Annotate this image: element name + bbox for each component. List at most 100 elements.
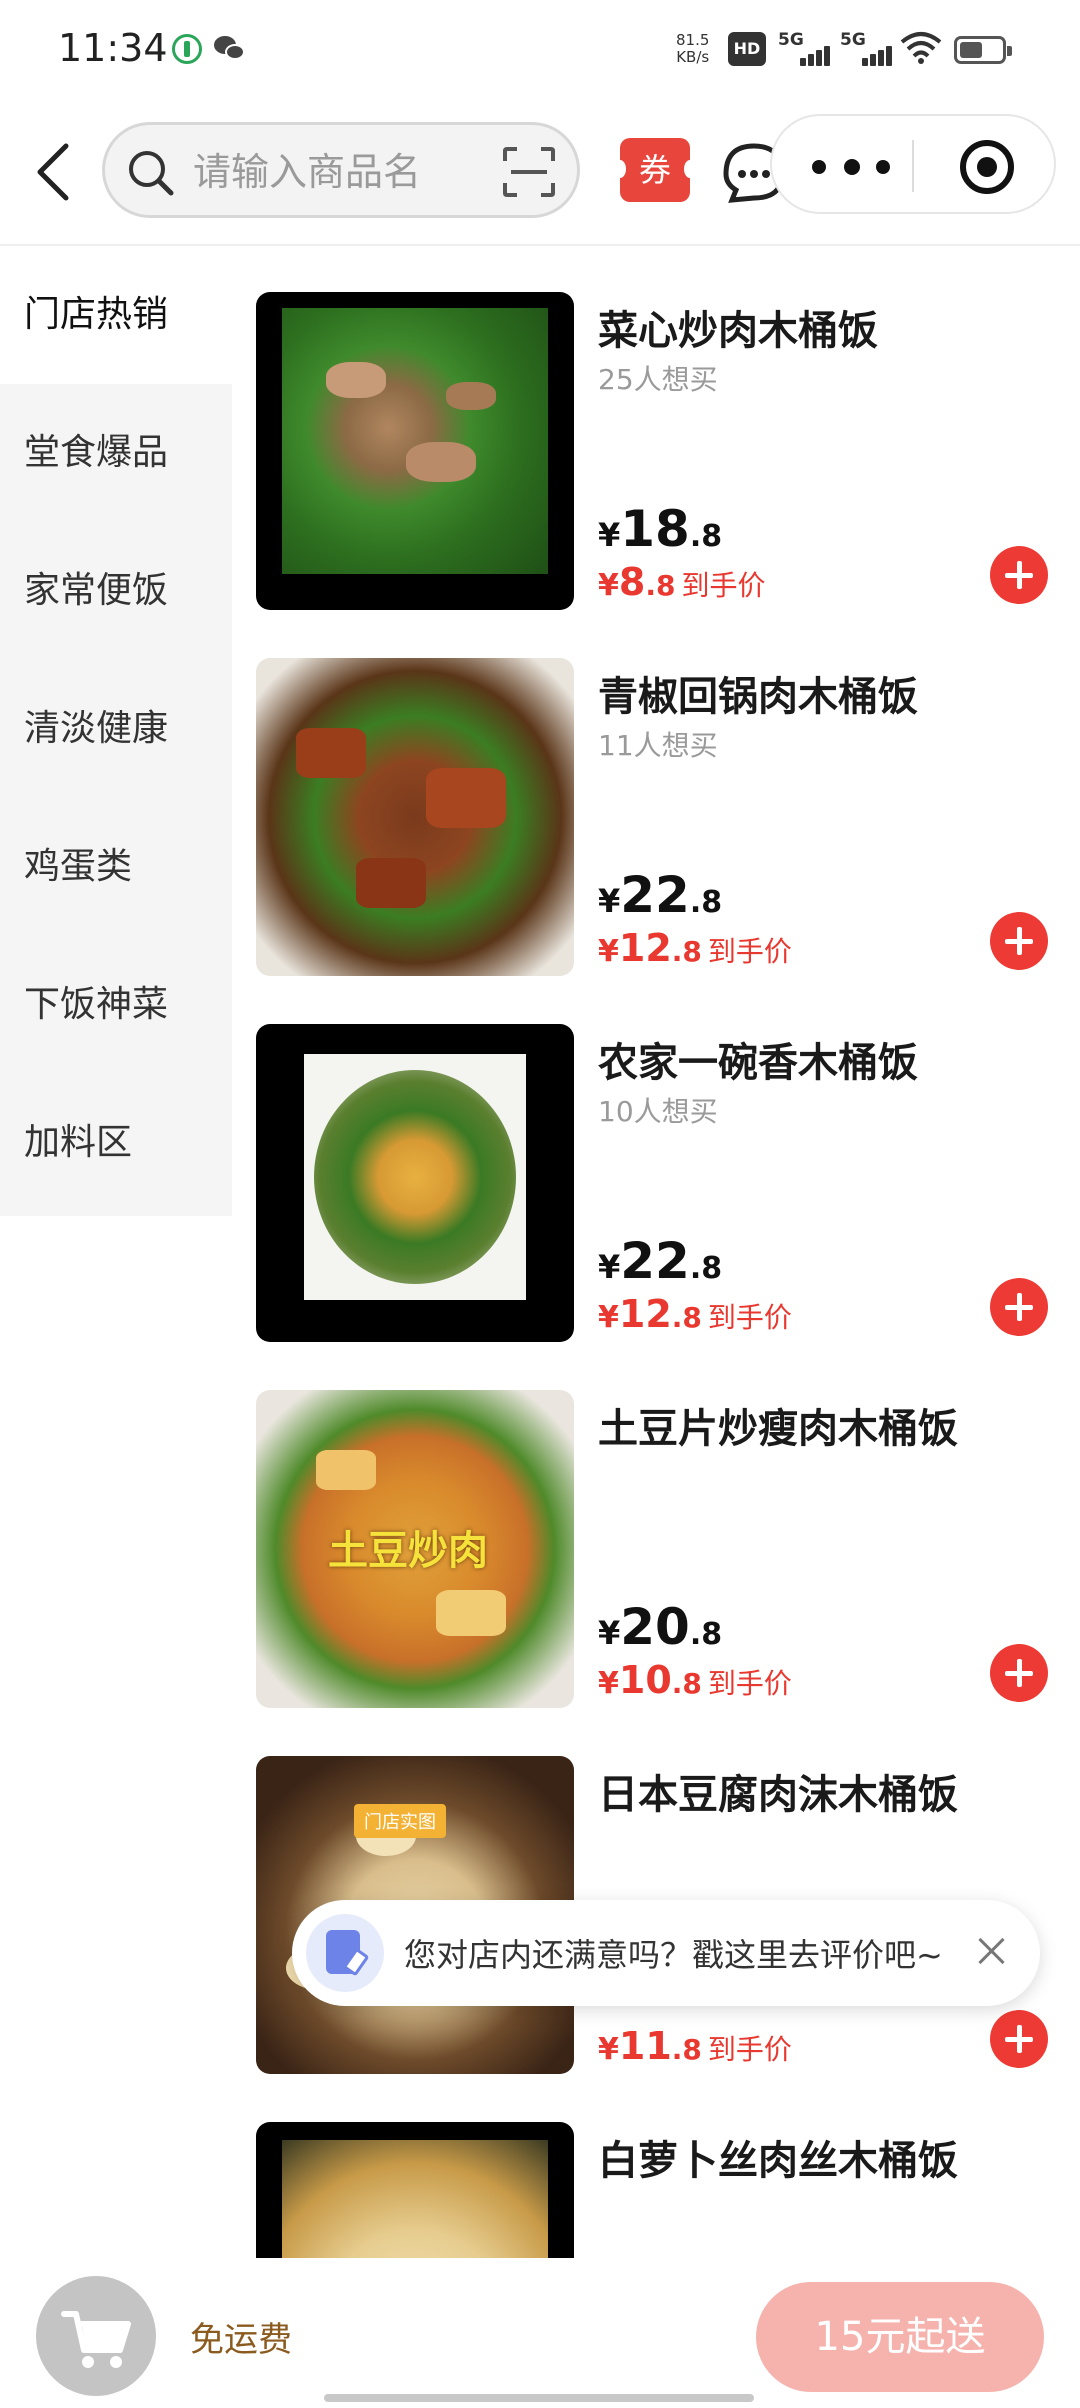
product-card[interactable]: 土豆炒肉 土豆片炒瘦肉木桶饭 ¥20.8 ¥10.8 到手价 xyxy=(256,1390,1056,1710)
notification-app-icon xyxy=(172,34,202,64)
price-decimal: .8 xyxy=(689,885,723,920)
final-price-label: 到手价 xyxy=(707,935,792,968)
close-miniprogram-icon[interactable] xyxy=(960,140,1014,194)
free-shipping-label: 免运费 xyxy=(190,2320,292,2360)
product-image[interactable] xyxy=(256,292,574,610)
product-price: ¥22.8 xyxy=(598,1232,722,1290)
product-image[interactable] xyxy=(256,658,574,976)
price-integer: 22 xyxy=(620,1232,690,1290)
sidebar-item-hot[interactable]: 门店热销 xyxy=(0,246,232,384)
final-price-label: 到手价 xyxy=(707,1301,792,1334)
product-price: ¥20.8 xyxy=(598,1598,722,1656)
final-currency: ¥ xyxy=(598,1666,619,1701)
home-indicator[interactable] xyxy=(324,2394,754,2402)
bottom-cart-bar: 免运费 15元起送 xyxy=(0,2258,1080,2408)
product-name: 日本豆腐肉沫木桶饭 xyxy=(598,1772,958,1818)
wifi-icon xyxy=(900,32,942,64)
category-sidebar: 门店热销 堂食爆品 家常便饭 清淡健康 鸡蛋类 下饭神菜 加料区 xyxy=(0,246,232,1216)
signal-1-label: 5G xyxy=(778,30,804,50)
price-decimal: .8 xyxy=(689,519,723,554)
final-integer: 11 xyxy=(618,2024,672,2068)
cart-button[interactable] xyxy=(36,2276,156,2396)
nav-bar: 券 xyxy=(0,100,1080,246)
add-to-cart-button[interactable] xyxy=(990,2010,1048,2068)
signal-2-label: 5G xyxy=(840,30,866,50)
review-prompt[interactable]: 您对店内还满意吗？戳这里去评价吧~ xyxy=(292,1900,1040,2006)
wechat-icon xyxy=(214,36,246,62)
final-decimal: .8 xyxy=(671,1667,702,1700)
mini-program-capsule xyxy=(770,114,1056,214)
product-price: ¥22.8 xyxy=(598,866,722,924)
final-integer: 10 xyxy=(618,1658,672,1702)
sidebar-item-light-healthy[interactable]: 清淡健康 xyxy=(0,660,232,798)
product-card[interactable]: 青椒回锅肉木桶饭 11人想买 ¥22.8 ¥12.8 到手价 xyxy=(256,658,1056,978)
back-arrow-icon[interactable] xyxy=(26,140,86,204)
product-final-price: ¥10.8 到手价 xyxy=(598,1658,792,1702)
product-want-count: 25人想买 xyxy=(598,363,718,396)
signal-1-icon: 5G xyxy=(778,30,834,66)
final-integer: 12 xyxy=(618,926,672,970)
product-final-price: ¥8.8 到手价 xyxy=(598,560,765,604)
scan-icon[interactable] xyxy=(501,145,557,199)
product-name: 白萝卜丝肉丝木桶饭 xyxy=(598,2138,958,2184)
final-currency: ¥ xyxy=(598,568,619,603)
product-want-count: 11人想买 xyxy=(598,729,718,762)
sidebar-item-home-meal[interactable]: 家常便饭 xyxy=(0,522,232,660)
sidebar-item-add-ons[interactable]: 加料区 xyxy=(0,1074,232,1212)
product-image[interactable] xyxy=(256,2122,574,2258)
sidebar-item-egg[interactable]: 鸡蛋类 xyxy=(0,798,232,936)
product-name: 土豆片炒瘦肉木桶饭 xyxy=(598,1406,958,1452)
status-time: 11:34 xyxy=(58,26,168,70)
final-decimal: .8 xyxy=(645,569,676,602)
product-name: 农家一碗香木桶饭 xyxy=(598,1040,918,1086)
product-name: 菜心炒肉木桶饭 xyxy=(598,308,878,354)
network-speed-unit: KB/s xyxy=(676,48,710,66)
add-to-cart-button[interactable] xyxy=(990,1644,1048,1702)
product-final-price: ¥11.8 到手价 xyxy=(598,2024,792,2068)
search-input[interactable] xyxy=(193,147,443,197)
final-currency: ¥ xyxy=(598,1300,619,1335)
add-to-cart-button[interactable] xyxy=(990,912,1048,970)
product-card[interactable]: 农家一碗香木桶饭 10人想买 ¥22.8 ¥12.8 到手价 xyxy=(256,1024,1056,1344)
price-decimal: .8 xyxy=(689,1251,723,1286)
search-box[interactable] xyxy=(102,122,580,218)
network-speed: 81.5 KB/s xyxy=(676,32,709,66)
final-integer: 12 xyxy=(618,1292,672,1336)
sidebar-item-dine-in[interactable]: 堂食爆品 xyxy=(0,384,232,522)
product-final-price: ¥12.8 到手价 xyxy=(598,1292,792,1336)
product-image[interactable] xyxy=(256,1024,574,1342)
network-speed-value: 81.5 xyxy=(676,31,710,49)
image-caption: 土豆炒肉 xyxy=(328,1528,488,1574)
product-image[interactable]: 土豆炒肉 xyxy=(256,1390,574,1708)
final-price-label: 到手价 xyxy=(707,1667,792,1700)
final-currency: ¥ xyxy=(598,934,619,969)
battery-icon xyxy=(954,36,1012,64)
price-currency: ¥ xyxy=(598,1614,621,1652)
review-prompt-text[interactable]: 您对店内还满意吗？戳这里去评价吧~ xyxy=(404,1930,943,1976)
add-to-cart-button[interactable] xyxy=(990,1278,1048,1336)
price-currency: ¥ xyxy=(598,882,621,920)
min-order-button[interactable]: 15元起送 xyxy=(756,2282,1044,2392)
price-currency: ¥ xyxy=(598,1248,621,1286)
final-price-label: 到手价 xyxy=(681,569,766,602)
status-bar: 11:34 81.5 KB/s HD 5G 5G xyxy=(0,0,1080,100)
product-want-count: 10人想买 xyxy=(598,1095,718,1128)
sidebar-item-rice-dishes[interactable]: 下饭神菜 xyxy=(0,936,232,1074)
final-price-label: 到手价 xyxy=(707,2033,792,2066)
final-integer: 8 xyxy=(618,560,646,604)
more-options-icon[interactable] xyxy=(812,146,892,186)
product-card[interactable]: 白萝卜丝肉丝木桶饭 xyxy=(256,2122,1056,2258)
product-price: ¥18.8 xyxy=(598,500,722,558)
add-to-cart-button[interactable] xyxy=(990,546,1048,604)
product-final-price: ¥12.8 到手价 xyxy=(598,926,792,970)
close-icon[interactable] xyxy=(972,1932,1012,1972)
product-card[interactable]: 菜心炒肉木桶饭 25人想买 ¥18.8 ¥8.8 到手价 xyxy=(256,292,1056,612)
product-name: 青椒回锅肉木桶饭 xyxy=(598,674,918,720)
signal-2-icon: 5G xyxy=(840,30,896,66)
coupon-button[interactable]: 券 xyxy=(614,138,696,202)
hd-voice-icon: HD xyxy=(728,32,766,66)
price-integer: 22 xyxy=(620,866,690,924)
final-decimal: .8 xyxy=(671,935,702,968)
review-icon xyxy=(306,1914,384,1992)
price-integer: 18 xyxy=(620,500,690,558)
